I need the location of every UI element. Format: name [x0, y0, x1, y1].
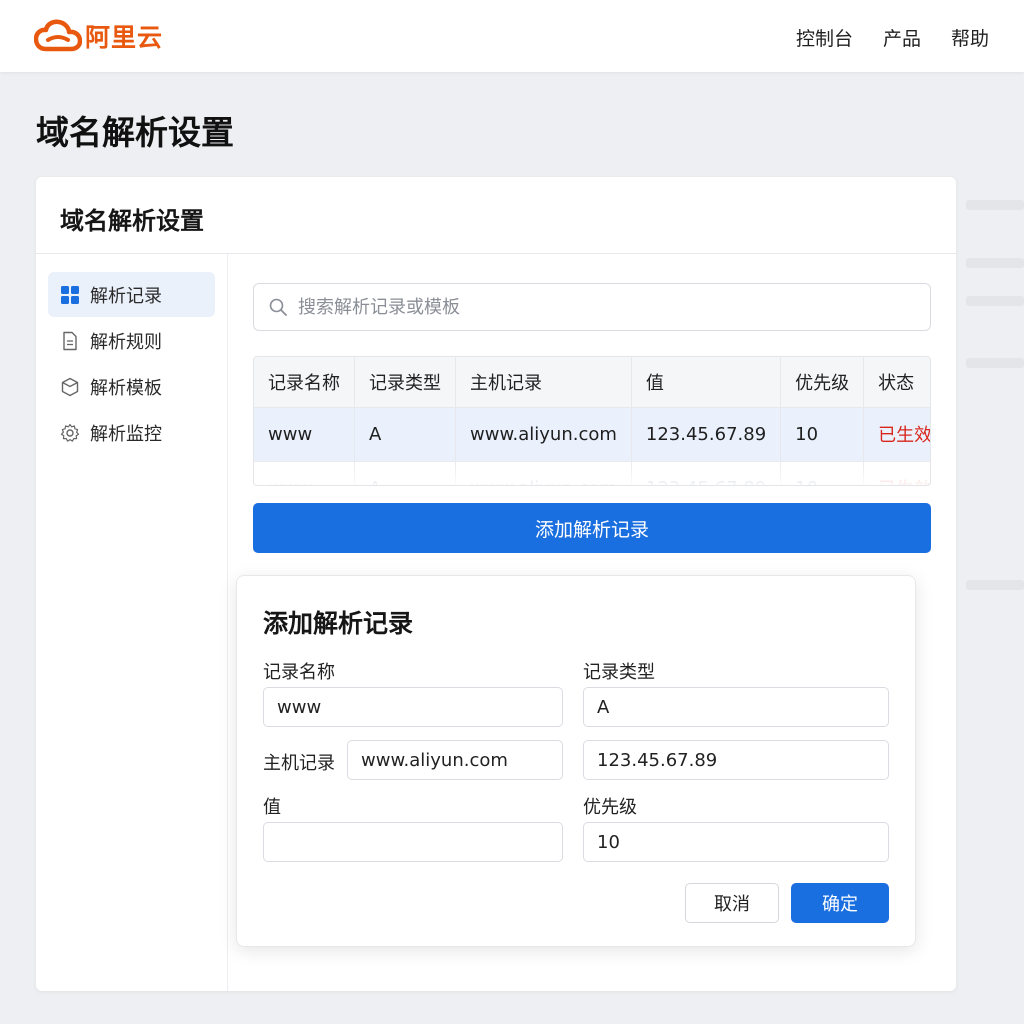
priority-field[interactable]	[583, 822, 889, 862]
sidebar-item-rules[interactable]: 解析规则	[48, 318, 215, 363]
search-box[interactable]	[253, 283, 931, 331]
sidebar: 解析记录 解析规则 解析模板 解析监控	[48, 272, 215, 456]
column-header[interactable]: 记录名称	[254, 357, 355, 407]
host-record-field[interactable]	[347, 740, 563, 780]
record-type-label: 记录类型	[583, 662, 655, 683]
sidebar-item-templates[interactable]: 解析模板	[48, 364, 215, 409]
document-icon	[60, 331, 80, 351]
brand-logo[interactable]: 阿里云	[34, 16, 163, 56]
value-field[interactable]	[263, 822, 563, 862]
card-title: 域名解析设置	[60, 207, 204, 235]
column-header[interactable]: 状态	[864, 357, 930, 407]
table-cell: 123.45.67.89	[631, 407, 782, 461]
background-decoration	[966, 258, 1024, 268]
table-header-row: 记录名称 记录类型 主机记录 值 优先级 状态	[254, 357, 930, 407]
add-record-button[interactable]: 添加解析记录	[253, 503, 931, 553]
record-type-field[interactable]	[583, 687, 889, 727]
table-cell: 10	[780, 407, 865, 461]
record-name-field[interactable]	[263, 687, 563, 727]
records-table: 记录名称 记录类型 主机记录 值 优先级 状态 www A www.aliyun…	[253, 356, 931, 486]
brand-name: 阿里云	[85, 23, 164, 52]
sidebar-item-label: 解析规则	[90, 331, 162, 353]
add-record-dialog: 添加解析记录 记录名称 记录类型 主机记录 值 优先级 取消 确定	[236, 575, 916, 947]
sidebar-item-label: 解析监控	[90, 423, 162, 445]
record-name-label: 记录名称	[263, 662, 335, 683]
search-icon	[269, 298, 287, 316]
column-header[interactable]: 值	[631, 357, 782, 407]
table-cell: www	[254, 407, 355, 461]
ip-value-field[interactable]	[583, 740, 889, 780]
priority-label: 优先级	[583, 797, 637, 818]
sidebar-item-monitoring[interactable]: 解析监控	[48, 410, 215, 455]
status-badge: 已生效	[878, 425, 931, 446]
nav-help[interactable]: 帮助	[951, 24, 989, 51]
nav-products[interactable]: 产品	[883, 24, 921, 51]
divider	[227, 254, 228, 991]
column-header[interactable]: 优先级	[780, 357, 865, 407]
table-fade-overlay	[254, 459, 930, 485]
background-decoration	[966, 296, 1024, 306]
background-decoration	[966, 200, 1024, 210]
cube-icon	[60, 377, 80, 397]
column-header[interactable]: 主机记录	[455, 357, 632, 407]
grid-icon	[60, 285, 80, 305]
column-header[interactable]: 记录类型	[354, 357, 456, 407]
host-record-label: 主机记录	[263, 753, 335, 774]
value-label: 值	[263, 797, 281, 818]
aliyun-cloud-logo-icon	[34, 19, 82, 52]
table-cell: www.aliyun.com	[455, 407, 632, 461]
dialog-title: 添加解析记录	[263, 609, 414, 638]
gear-icon	[60, 423, 80, 443]
sidebar-item-label: 解析模板	[90, 377, 162, 399]
confirm-button[interactable]: 确定	[791, 883, 889, 923]
background-decoration	[966, 580, 1024, 590]
sidebar-item-records[interactable]: 解析记录	[48, 272, 215, 317]
search-input[interactable]	[298, 296, 898, 318]
sidebar-item-label: 解析记录	[90, 285, 162, 307]
cancel-button[interactable]: 取消	[685, 883, 779, 923]
table-cell: A	[354, 407, 456, 461]
divider	[36, 253, 956, 254]
page-title: 域名解析设置	[36, 113, 234, 152]
background-decoration	[966, 358, 1024, 368]
nav-console[interactable]: 控制台	[796, 24, 853, 51]
table-row[interactable]: www A www.aliyun.com 123.45.67.89 10 已生效	[254, 407, 931, 461]
top-navbar: 阿里云 控制台 产品 帮助	[0, 0, 1024, 72]
top-nav: 控制台 产品 帮助	[796, 24, 989, 51]
